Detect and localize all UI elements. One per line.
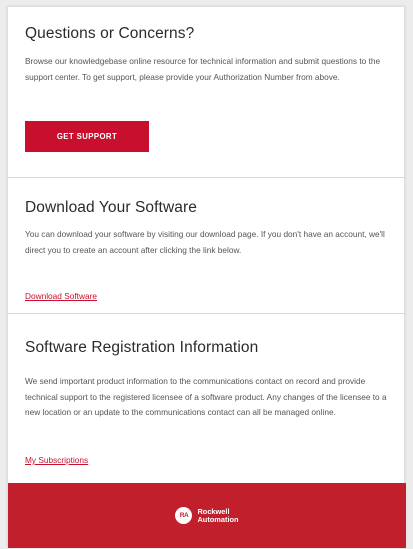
registration-text: We send important product information to… bbox=[25, 376, 387, 418]
download-software-link[interactable]: Download Software bbox=[25, 291, 97, 301]
download-heading: Download Your Software bbox=[25, 199, 197, 216]
questions-text: Browse our knowledgebase online resource… bbox=[25, 56, 381, 82]
ra-logo-icon: RA bbox=[175, 507, 193, 524]
questions-section: Questions or Concerns? Browse our knowle… bbox=[8, 7, 406, 177]
logo-wordmark: Rockwell Automation bbox=[197, 507, 239, 524]
registration-section: Software Registration Information We sen… bbox=[8, 314, 406, 487]
email-card: Questions or Concerns? Browse our knowle… bbox=[7, 6, 406, 548]
download-text: You can download your software by visiti… bbox=[25, 229, 385, 255]
registration-heading: Software Registration Information bbox=[25, 339, 259, 356]
questions-heading: Questions or Concerns? bbox=[25, 25, 195, 42]
rockwell-automation-logo[interactable]: RA Rockwell Automation bbox=[175, 507, 239, 524]
get-support-button[interactable]: GET SUPPORT bbox=[25, 121, 149, 152]
logo-line-2: Automation bbox=[197, 514, 239, 524]
footer-banner: RA Rockwell Automation bbox=[8, 483, 406, 548]
my-subscriptions-link[interactable]: My Subscriptions bbox=[25, 455, 88, 465]
download-section: Download Your Software You can download … bbox=[8, 178, 406, 313]
